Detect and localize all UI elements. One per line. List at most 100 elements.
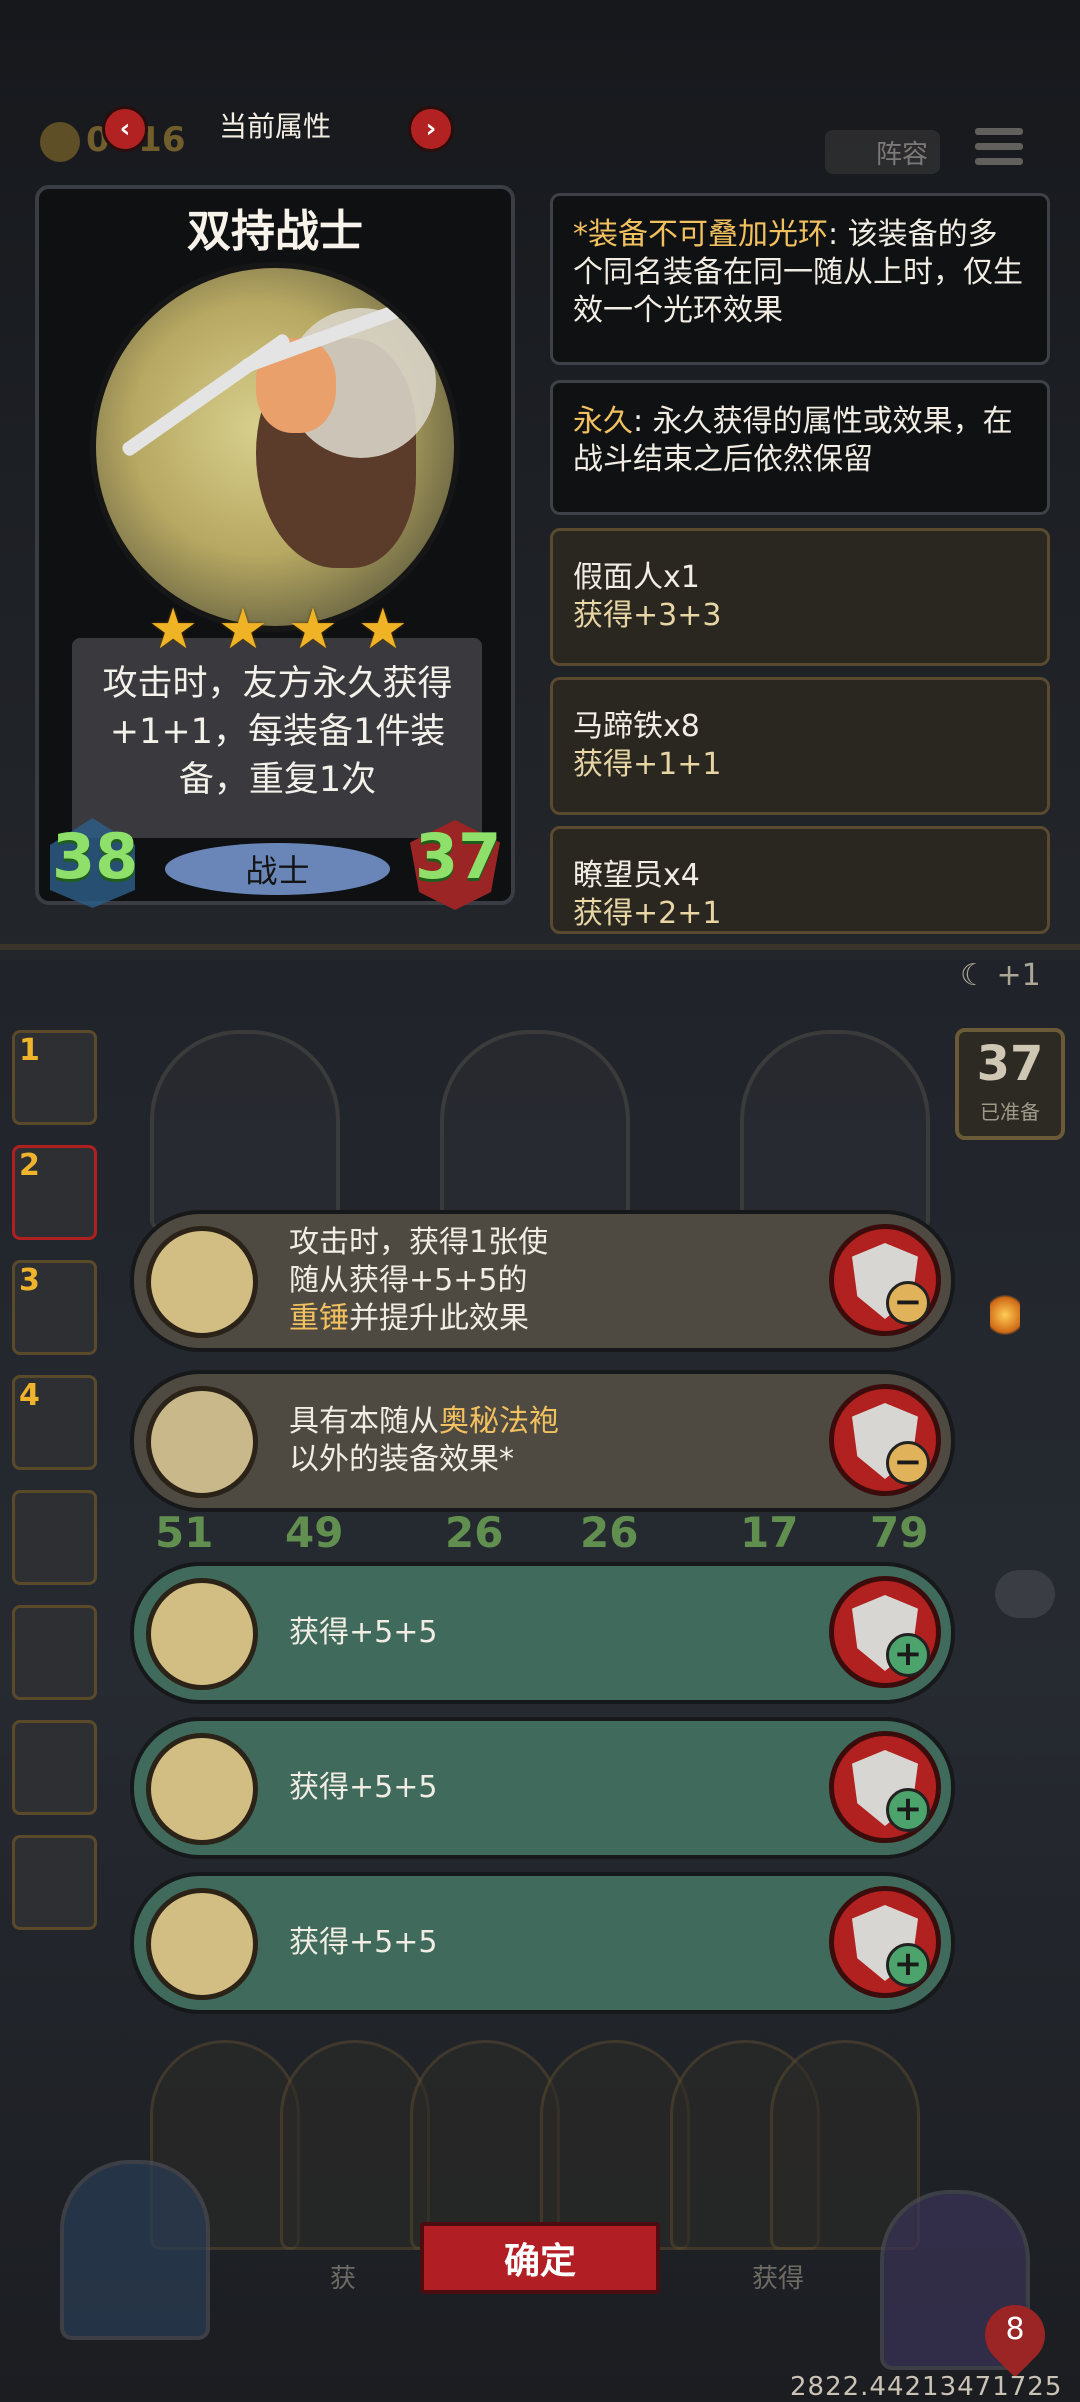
buff-source-gain: 获得+1+1 — [573, 747, 722, 782]
board-minion[interactable] — [150, 1030, 340, 1230]
hand-card[interactable] — [540, 2040, 690, 2250]
hand-card[interactable] — [280, 2040, 430, 2250]
keyword-label: *装备不可叠加光环 — [573, 217, 828, 252]
equipment-option-owned: 具有本随从奥秘法袍 以外的装备效果* − — [130, 1370, 955, 1512]
torch-icon — [990, 1290, 1020, 1340]
equipment-effect-text: 获得+5+5 — [289, 1721, 437, 1855]
plus-icon: + — [886, 1788, 930, 1832]
team-slot[interactable] — [12, 1605, 97, 1700]
hero-attack: 38 — [52, 820, 139, 893]
buff-source-item: 瞭望员x4 获得+2+1 — [550, 826, 1050, 934]
effect-line: 重锤并提升此效果 — [289, 1300, 548, 1338]
buff-source-item: 假面人x1 获得+3+3 — [550, 528, 1050, 666]
chevron-right-icon: › — [425, 114, 437, 144]
minus-icon: − — [886, 1441, 930, 1485]
buff-source-name: 马蹄铁x8 — [573, 709, 700, 744]
equipment-option-available[interactable]: 获得+5+5 + — [130, 1872, 955, 2014]
team-slot[interactable]: 4 — [12, 1375, 97, 1470]
menu-icon[interactable] — [975, 128, 1023, 172]
add-equipment-button[interactable]: + — [829, 1576, 941, 1688]
lineup-label: 阵容 — [875, 139, 928, 170]
confirm-button[interactable]: 确定 — [420, 2222, 660, 2294]
equipment-option-owned: 攻击时，获得1张使 随从获得+5+5的 重锤并提升此效果 − — [130, 1210, 955, 1352]
board-stat: 26 — [580, 1508, 639, 1557]
keyword-tooltip-permanent: 永久: 永久获得的属性或效果，在战斗结束之后依然保留 — [550, 380, 1050, 515]
team-slot[interactable] — [12, 1490, 97, 1585]
moon-counter: ☾ +1 — [960, 958, 1041, 993]
plus-icon: + — [886, 1633, 930, 1677]
effect-line: 攻击时，获得1张使 — [289, 1225, 549, 1260]
next-page-button[interactable]: › — [408, 106, 454, 152]
hammer-lightning-icon — [146, 1226, 258, 1338]
board-stat: 17 — [740, 1508, 799, 1557]
add-equipment-button[interactable]: + — [829, 1731, 941, 1843]
remove-equipment-button[interactable]: − — [829, 1224, 941, 1336]
star-icon: ★ — [217, 597, 269, 662]
hand-card-label: 获得 — [752, 2264, 805, 2294]
slot-number: 3 — [19, 1263, 40, 1298]
board-minion[interactable] — [740, 1030, 930, 1230]
hammer-icon — [146, 1578, 258, 1690]
plus-icon: + — [886, 1943, 930, 1987]
buff-source-item: 马蹄铁x8 获得+1+1 — [550, 677, 1050, 815]
board-stat: 49 — [285, 1508, 344, 1557]
robe-icon — [146, 1386, 258, 1498]
equipment-effect-text: 获得+5+5 — [289, 1566, 437, 1700]
buff-source-gain: 获得+2+1 — [573, 896, 722, 931]
team-slot[interactable] — [12, 1835, 97, 1930]
effect-line: 获得+5+5 — [289, 1925, 438, 1960]
footer-code: 2822.44213471725 — [790, 2372, 1063, 2402]
effect-line: 以外的装备效果* — [289, 1442, 514, 1477]
team-slot[interactable]: 2 — [12, 1145, 97, 1240]
chat-icon[interactable] — [995, 1570, 1055, 1618]
moon-counter-value: +1 — [996, 958, 1041, 993]
hero-stars: ★ ★ ★ ★ — [148, 602, 408, 658]
star-icon: ★ — [357, 597, 408, 662]
slot-number: 2 — [19, 1148, 40, 1183]
chevron-left-icon: ‹ — [119, 114, 131, 144]
effect-line: 随从获得+5+5的 — [289, 1263, 528, 1298]
remove-equipment-button[interactable]: − — [829, 1384, 941, 1496]
player-hero-portrait[interactable] — [60, 2160, 210, 2340]
board-stat: 26 — [445, 1508, 504, 1557]
hammer-icon — [146, 1733, 258, 1845]
star-icon: ★ — [148, 597, 199, 662]
equipment-effect-text: 具有本随从奥秘法袍 以外的装备效果* — [289, 1374, 559, 1508]
keyword-tooltip-aura: *装备不可叠加光环: 该装备的多个同名装备在同一随从上时，仅生效一个光环效果 — [550, 193, 1050, 365]
page-title: 当前属性 — [218, 110, 331, 143]
hero-ability-text: 攻击时，友方永久获得+1+1，每装备1件装备，重复1次 — [102, 664, 453, 800]
coin-icon — [40, 121, 80, 162]
round-badge: 37 已准备 — [955, 1028, 1065, 1140]
board-stat: 79 — [870, 1508, 929, 1557]
effect-line: 获得+5+5 — [289, 1615, 438, 1650]
lineup-button[interactable]: 阵容 — [825, 130, 940, 174]
add-equipment-button[interactable]: + — [829, 1886, 941, 1998]
effect-text: 具有本随从 — [289, 1404, 439, 1439]
hand-card-label: 获 — [330, 2264, 357, 2294]
effect-line: 获得+5+5 — [289, 1770, 438, 1805]
effect-keyword: 重锤 — [289, 1301, 349, 1336]
equipment-option-available[interactable]: 获得+5+5 + — [130, 1562, 955, 1704]
team-slot[interactable]: 1 — [12, 1030, 97, 1125]
buff-source-name: 假面人x1 — [573, 560, 700, 595]
hammer-icon — [146, 1888, 258, 2000]
hero-class-badge: 战士 — [165, 843, 390, 895]
slot-number: 4 — [19, 1378, 40, 1413]
buff-source-name: 瞭望员x4 — [573, 858, 700, 893]
round-number: 37 — [976, 1036, 1044, 1092]
player-life: 8 — [1005, 2312, 1025, 2347]
hero-portrait — [90, 262, 460, 632]
hand-card[interactable] — [410, 2040, 560, 2250]
buff-source-gain: 获得+3+3 — [573, 598, 722, 633]
minus-icon: − — [886, 1281, 930, 1325]
round-status: 已准备 — [980, 1100, 1040, 1124]
board-minion[interactable] — [440, 1030, 630, 1230]
keyword-label: 永久 — [573, 404, 633, 439]
hero-health: 37 — [415, 820, 502, 893]
prev-page-button[interactable]: ‹ — [102, 106, 148, 152]
equipment-option-available[interactable]: 获得+5+5 + — [130, 1717, 955, 1859]
effect-text: 并提升此效果 — [349, 1301, 529, 1336]
equipment-effect-text: 攻击时，获得1张使 随从获得+5+5的 重锤并提升此效果 — [289, 1214, 548, 1348]
team-slot[interactable]: 3 — [12, 1260, 97, 1355]
team-slot[interactable] — [12, 1720, 97, 1815]
